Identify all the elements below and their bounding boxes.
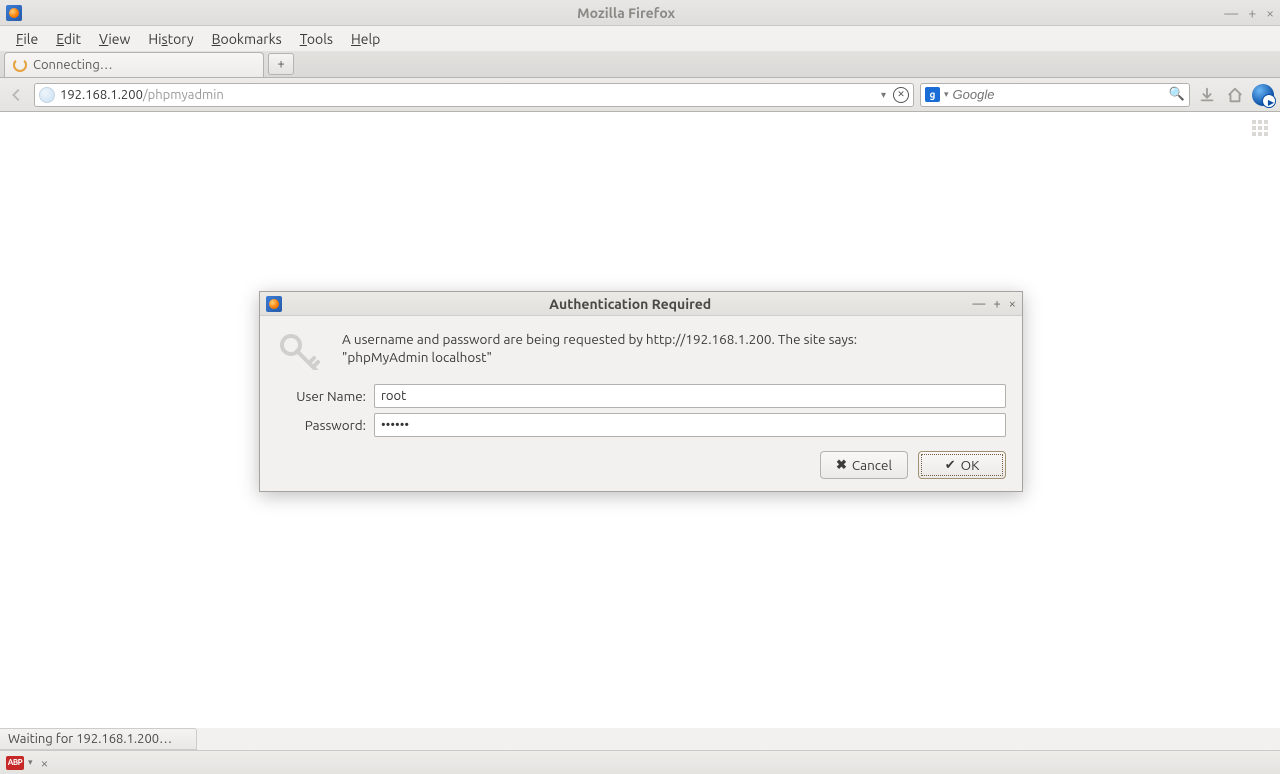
dialog-title: Authentication Required xyxy=(288,296,972,312)
menu-help[interactable]: Help xyxy=(343,29,388,49)
home-button[interactable] xyxy=(1224,84,1246,106)
search-engine-dropdown-icon[interactable]: ▾ xyxy=(944,89,949,100)
plus-icon: + xyxy=(277,57,284,71)
dialog-close-icon[interactable]: × xyxy=(1009,297,1016,311)
window-maximize-icon[interactable]: + xyxy=(1248,6,1256,20)
menu-history[interactable]: History xyxy=(140,29,201,49)
password-label: Password: xyxy=(276,417,366,433)
site-identity-icon[interactable] xyxy=(39,87,55,103)
dialog-maximize-icon[interactable]: + xyxy=(993,297,1000,311)
cancel-button[interactable]: ✖ Cancel xyxy=(820,451,908,479)
firefox-icon xyxy=(6,5,22,21)
url-bar[interactable]: 192.168.1.200/phpmyadmin ▾ ✕ xyxy=(34,83,914,107)
dialog-message: A username and password are being reques… xyxy=(342,330,942,366)
tab-bar: Connecting… + xyxy=(0,51,1280,78)
search-engine-icon[interactable]: g xyxy=(925,87,940,102)
key-icon xyxy=(276,330,324,370)
search-go-icon[interactable]: 🔍 xyxy=(1169,87,1185,102)
menu-edit[interactable]: Edit xyxy=(48,29,89,49)
addon-bar: ABP ▾ × xyxy=(0,750,1280,774)
username-label: User Name: xyxy=(276,388,366,404)
tab-groups-icon[interactable] xyxy=(1252,120,1270,138)
dialog-titlebar: Authentication Required — + × xyxy=(260,292,1022,316)
firefox-icon xyxy=(266,296,282,312)
ok-label: OK xyxy=(961,457,980,473)
window-titlebar: Mozilla Firefox — + × xyxy=(0,0,1280,26)
downloads-button[interactable] xyxy=(1196,84,1218,106)
menubar: File Edit View History Bookmarks Tools H… xyxy=(0,26,1280,51)
url-text[interactable]: 192.168.1.200/phpmyadmin xyxy=(60,88,877,102)
username-input[interactable] xyxy=(374,384,1006,408)
adblock-plus-icon[interactable]: ABP xyxy=(6,756,24,770)
stop-button[interactable]: ✕ xyxy=(893,87,909,103)
menu-view[interactable]: View xyxy=(91,29,138,49)
tab-active[interactable]: Connecting… xyxy=(4,52,264,77)
password-input[interactable] xyxy=(374,413,1006,437)
status-bar: Waiting for 192.168.1.200… xyxy=(0,728,197,750)
menu-file[interactable]: File xyxy=(8,29,46,49)
window-title: Mozilla Firefox xyxy=(28,5,1224,21)
adblock-dropdown-icon[interactable]: ▾ xyxy=(28,757,33,768)
url-history-dropdown-icon[interactable]: ▾ xyxy=(877,89,890,101)
media-button[interactable]: ▶ xyxy=(1252,84,1274,106)
dialog-minimize-icon[interactable]: — xyxy=(972,297,985,311)
menu-tools[interactable]: Tools xyxy=(292,29,341,49)
tab-label: Connecting… xyxy=(33,58,113,72)
window-minimize-icon[interactable]: — xyxy=(1224,6,1238,20)
ok-check-icon: ✔ xyxy=(945,458,956,473)
back-button[interactable] xyxy=(6,84,28,106)
status-text: Waiting for 192.168.1.200… xyxy=(8,732,172,746)
search-input[interactable] xyxy=(953,87,1165,102)
cancel-label: Cancel xyxy=(852,457,892,473)
ok-button[interactable]: ✔ OK xyxy=(918,451,1006,479)
search-bar[interactable]: g ▾ 🔍 xyxy=(920,83,1190,107)
navigation-toolbar: 192.168.1.200/phpmyadmin ▾ ✕ g ▾ 🔍 ▶ xyxy=(0,78,1280,112)
auth-dialog: Authentication Required — + × A username… xyxy=(259,291,1023,492)
addon-bar-close-icon[interactable]: × xyxy=(41,755,49,771)
window-close-icon[interactable]: × xyxy=(1266,6,1274,20)
loading-spinner-icon xyxy=(13,58,27,72)
cancel-x-icon: ✖ xyxy=(836,458,847,473)
new-tab-button[interactable]: + xyxy=(268,53,294,75)
menu-bookmarks[interactable]: Bookmarks xyxy=(204,29,290,49)
